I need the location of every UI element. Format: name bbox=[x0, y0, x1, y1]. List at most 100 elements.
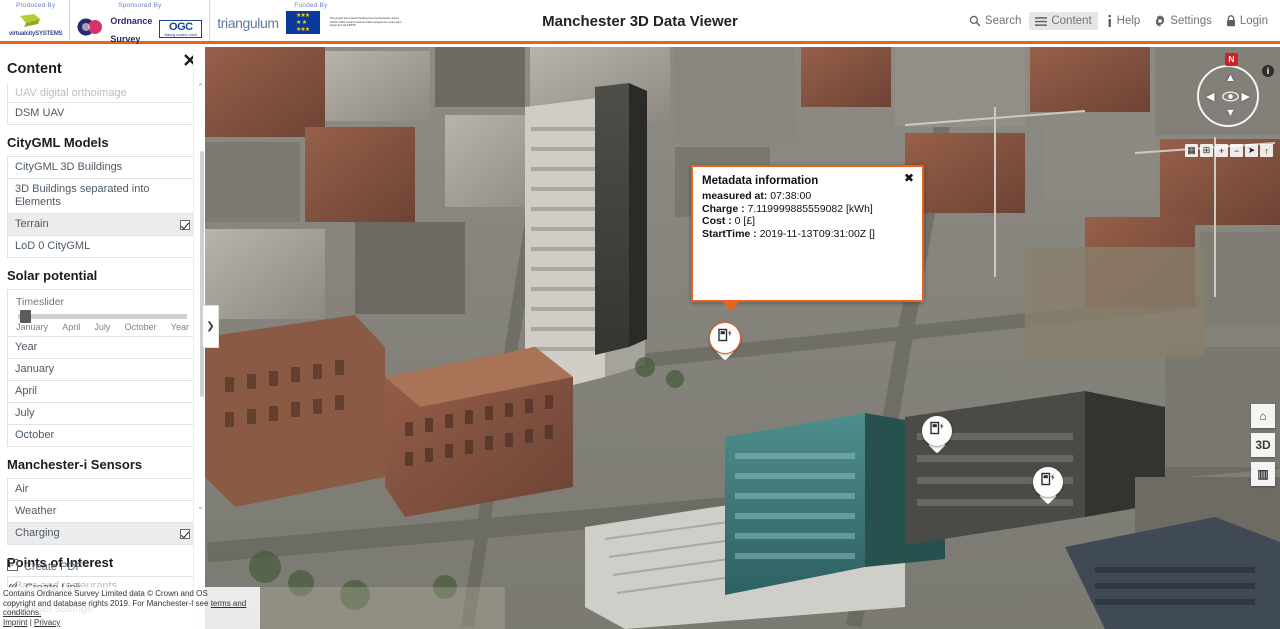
eu-funding-note: This project has received funding from t… bbox=[329, 17, 402, 28]
sidebar-item-uav-orthoimage[interactable]: UAV digital orthoimage bbox=[8, 84, 197, 103]
triangulum-wordmark: triangulum bbox=[217, 14, 279, 31]
nav-content-button[interactable]: Content bbox=[1029, 12, 1098, 30]
nav-help-button[interactable]: Help bbox=[1100, 12, 1147, 30]
section-heading-citygml: CityGML Models bbox=[7, 135, 109, 150]
navigate-icon[interactable]: ➤ bbox=[1245, 144, 1258, 157]
sidebar-item-solar-july[interactable]: July bbox=[8, 403, 197, 425]
home-button[interactable]: ⌂ bbox=[1251, 404, 1275, 428]
sidebar-item-label: UAV digital orthoimage bbox=[15, 86, 127, 99]
sidebar-item-3d-buildings-elements[interactable]: 3D Buildings separated into Elements bbox=[8, 179, 197, 214]
svg-text:P: P bbox=[9, 563, 14, 570]
timeslider-tick-april: April bbox=[62, 322, 81, 332]
sidebar-item-air[interactable]: Air bbox=[8, 479, 197, 501]
timeslider-container: Timeslider January April July October Ye… bbox=[7, 289, 198, 337]
nav-search-label: Search bbox=[984, 15, 1022, 27]
timeslider-handle[interactable] bbox=[20, 310, 31, 323]
compass-right-arrow[interactable]: ▶ bbox=[1242, 92, 1250, 103]
chevron-right-icon[interactable]: ❯ bbox=[203, 305, 219, 348]
popup-key-starttime: StartTime : bbox=[702, 227, 757, 240]
eye-icon[interactable] bbox=[1220, 88, 1240, 108]
sidebar-item-label: Charging bbox=[15, 527, 60, 539]
imprint-link[interactable]: Imprint bbox=[3, 618, 27, 627]
map-right-buttons: ⌂ 3D ▥ bbox=[1251, 404, 1275, 486]
privacy-link[interactable]: Privacy bbox=[34, 618, 60, 627]
compass-left-arrow[interactable]: ◀ bbox=[1206, 92, 1214, 103]
popup-row-starttime: StartTime : 2019-11-13T09:31:00Z [] bbox=[693, 228, 922, 241]
nav-content-label: Content bbox=[1051, 15, 1092, 27]
metadata-popup[interactable]: Metadata information ✖ measured at: 07:3… bbox=[691, 165, 924, 311]
nav-login-button[interactable]: Login bbox=[1220, 12, 1274, 30]
header-nav: Search Content Help Settings Login bbox=[963, 12, 1274, 30]
sidebar-item-label: Year bbox=[15, 341, 38, 353]
pedestrian-icon[interactable]: ↑ bbox=[1260, 144, 1273, 157]
charging-station-icon bbox=[922, 420, 952, 439]
sidebar-item-citygml-3d-buildings[interactable]: CityGML 3D Buildings bbox=[8, 157, 197, 179]
compass-up-arrow[interactable]: ▲ bbox=[1225, 73, 1236, 84]
layers-button[interactable]: ▥ bbox=[1251, 462, 1275, 486]
mode-3d-button[interactable]: 3D bbox=[1251, 433, 1275, 457]
sidebar-item-dsm-uav[interactable]: DSM UAV bbox=[8, 103, 197, 125]
create-pdf-button[interactable]: P Create PDF bbox=[0, 556, 205, 577]
search-icon bbox=[969, 15, 981, 27]
chevron-up-icon[interactable]: ⌃ bbox=[196, 83, 205, 92]
timeslider-track[interactable] bbox=[18, 310, 187, 323]
popup-row-measured: measured at: 07:38:00 bbox=[693, 190, 922, 203]
grid-icon[interactable]: ⊞ bbox=[1200, 144, 1213, 157]
sidebar-title: Content bbox=[7, 61, 62, 77]
popup-title: Metadata information bbox=[702, 175, 819, 187]
checkbox-charging[interactable] bbox=[180, 528, 190, 539]
nav-settings-button[interactable]: Settings bbox=[1148, 12, 1218, 30]
sidebar-item-charging[interactable]: Charging bbox=[8, 523, 197, 545]
nav-login-label: Login bbox=[1239, 15, 1268, 27]
sidebar-item-label: LoD 0 CityGML bbox=[15, 240, 91, 252]
aerial-imagery bbox=[205, 47, 1280, 629]
ogc-tagline: Making location count bbox=[164, 33, 198, 37]
sidebar-item-label: January bbox=[15, 363, 55, 375]
sidebar-item-terrain[interactable]: Terrain bbox=[8, 214, 197, 236]
checkbox-terrain[interactable] bbox=[180, 219, 190, 230]
eu-flag-icon: ★★★ ★ ★ ★★★ bbox=[285, 11, 320, 34]
navigation-compass[interactable]: N ▲ ▼ ◀ ▶ bbox=[1197, 53, 1259, 127]
attribution-line-2: copyright and database rights 2019. For … bbox=[3, 599, 257, 618]
north-indicator[interactable]: N bbox=[1225, 53, 1238, 66]
sidebar-item-solar-april[interactable]: April bbox=[8, 381, 197, 403]
charging-station-marker-selected[interactable] bbox=[710, 323, 740, 361]
sidebar-item-solar-january[interactable]: January bbox=[8, 359, 197, 381]
sidebar-item-label: April bbox=[15, 385, 38, 397]
timeslider-tick-july: July bbox=[94, 322, 111, 332]
sidebar-item-solar-october[interactable]: October bbox=[8, 425, 197, 447]
map-info-badge[interactable]: i bbox=[1262, 65, 1274, 77]
popup-value-starttime: 2019-11-13T09:31:00Z [] bbox=[759, 227, 875, 240]
attribution-line-3: Imprint | Privacy bbox=[3, 618, 257, 628]
nav-search-button[interactable]: Search bbox=[963, 12, 1027, 30]
popup-key-measured: measured at: bbox=[702, 190, 768, 202]
compass-down-arrow[interactable]: ▼ bbox=[1225, 108, 1236, 119]
zoom-in-icon[interactable]: + bbox=[1215, 144, 1228, 157]
popup-row-charge: Charge : 7.119999885559082 [kWh] bbox=[693, 203, 922, 216]
os-line-1: Ordnance bbox=[110, 16, 153, 26]
obliquemap-icon[interactable]: ▦ bbox=[1185, 144, 1198, 157]
scrollbar-thumb[interactable] bbox=[200, 151, 204, 397]
timeslider-tick-year: Year bbox=[170, 322, 189, 332]
map-viewport[interactable]: i N ▲ ▼ ◀ ▶ ▦ ⊞ + − ➤ ↑ ⌂ 3D ▥ Metadata … bbox=[205, 47, 1280, 629]
zoom-out-icon[interactable]: − bbox=[1230, 144, 1243, 157]
logo-text-vcs: virtualcitySYSTEMS bbox=[9, 31, 63, 37]
logo-caption-produced: Produced By bbox=[16, 2, 56, 9]
logo-strip: Produced By virtualcitySYSTEMS Sponsored… bbox=[0, 0, 412, 44]
nav-settings-label: Settings bbox=[1170, 15, 1212, 27]
timeslider-label: Timeslider bbox=[16, 296, 65, 308]
layer-group-imagery: UAV digital orthoimage DSM UAV bbox=[7, 84, 198, 125]
popup-value-measured: 07:38:00 bbox=[770, 190, 812, 202]
close-icon[interactable]: ✖ bbox=[903, 172, 915, 185]
attribution-line-1: Contains Ordnance Survey Limited data © … bbox=[3, 589, 208, 598]
logo-caption-funded: Funded By bbox=[294, 2, 328, 9]
sidebar-item-lod0-citygml[interactable]: LoD 0 CityGML bbox=[8, 236, 197, 258]
charging-station-marker-3[interactable] bbox=[1033, 467, 1063, 505]
layer-group-solar: Year January April July October bbox=[7, 337, 198, 447]
sidebar-item-solar-year[interactable]: Year bbox=[8, 337, 197, 359]
timeslider-tick-october: October bbox=[124, 322, 157, 332]
charging-station-marker-2[interactable] bbox=[922, 416, 952, 454]
sidebar-item-weather[interactable]: Weather bbox=[8, 501, 197, 523]
chevron-down-icon[interactable]: ⌄ bbox=[196, 502, 205, 511]
logo-produced-by: Produced By virtualcitySYSTEMS bbox=[2, 0, 71, 41]
